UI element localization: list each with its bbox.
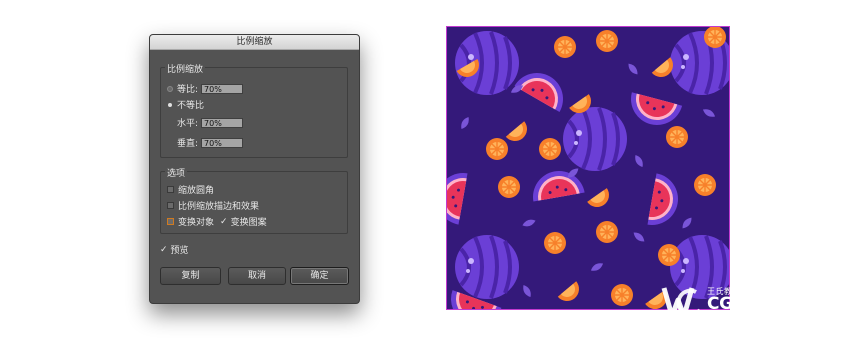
ok-button[interactable]: 确定 [290, 267, 349, 285]
cancel-button[interactable]: 取消 [228, 267, 286, 285]
fruit-pattern-art [447, 27, 729, 309]
scale-corners-checkbox[interactable] [167, 186, 174, 193]
preview-label: 预览 [170, 246, 189, 256]
options-group-title: 选项 [165, 166, 188, 179]
uniform-field[interactable]: 70% [201, 83, 244, 94]
preview-checkbox[interactable]: ✓ [160, 245, 168, 255]
vertical-field[interactable]: 70% [201, 137, 244, 148]
non-uniform-row: 不等比 [167, 98, 204, 111]
scale-strokes-checkbox[interactable] [167, 202, 174, 209]
scale-corners-row: 缩放圆角 [167, 183, 214, 196]
cgwang-logo-icon [661, 287, 702, 319]
horizontal-row: 水平: 70% [177, 116, 244, 129]
vertical-label: 垂直: [177, 139, 199, 149]
uniform-row: 等比: 70% [167, 82, 244, 95]
watermark-domain: .com [797, 313, 812, 320]
non-uniform-label: 不等比 [177, 101, 205, 111]
scale-corners-label: 缩放圆角 [178, 186, 215, 196]
dialog-title: 比例缩放 [150, 35, 359, 50]
preview-row: ✓ 预览 [160, 243, 189, 257]
scale-strokes-label: 比例缩放描边和效果 [178, 202, 260, 212]
horizontal-label: 水平: [177, 119, 199, 129]
horizontal-field[interactable]: 70% [201, 117, 244, 128]
scale-strokes-row: 比例缩放描边和效果 [167, 199, 259, 212]
transform-patterns-checkbox[interactable]: ✓ [220, 217, 228, 227]
copy-button[interactable]: 复制 [160, 267, 221, 285]
uniform-radio[interactable] [167, 85, 173, 92]
transform-row: 变换对象 ✓ 变换图案 [167, 215, 267, 228]
watermark-brand: CGWANG [707, 294, 791, 314]
fruit-pattern-preview [446, 26, 730, 310]
non-uniform-radio[interactable] [168, 102, 172, 107]
vertical-row: 垂直: 70% [177, 136, 244, 149]
scale-group-title: 比例缩放 [165, 62, 206, 75]
transform-patterns-label: 变换图案 [230, 218, 267, 228]
uniform-label: 等比: [177, 85, 199, 95]
transform-objects-checkbox[interactable] [167, 218, 174, 225]
transform-objects-label: 变换对象 [178, 218, 215, 228]
scale-dialog: 比例缩放 比例缩放 等比: 70% 不等比 水平: 70% 垂直: 70% 选项… [149, 34, 360, 304]
